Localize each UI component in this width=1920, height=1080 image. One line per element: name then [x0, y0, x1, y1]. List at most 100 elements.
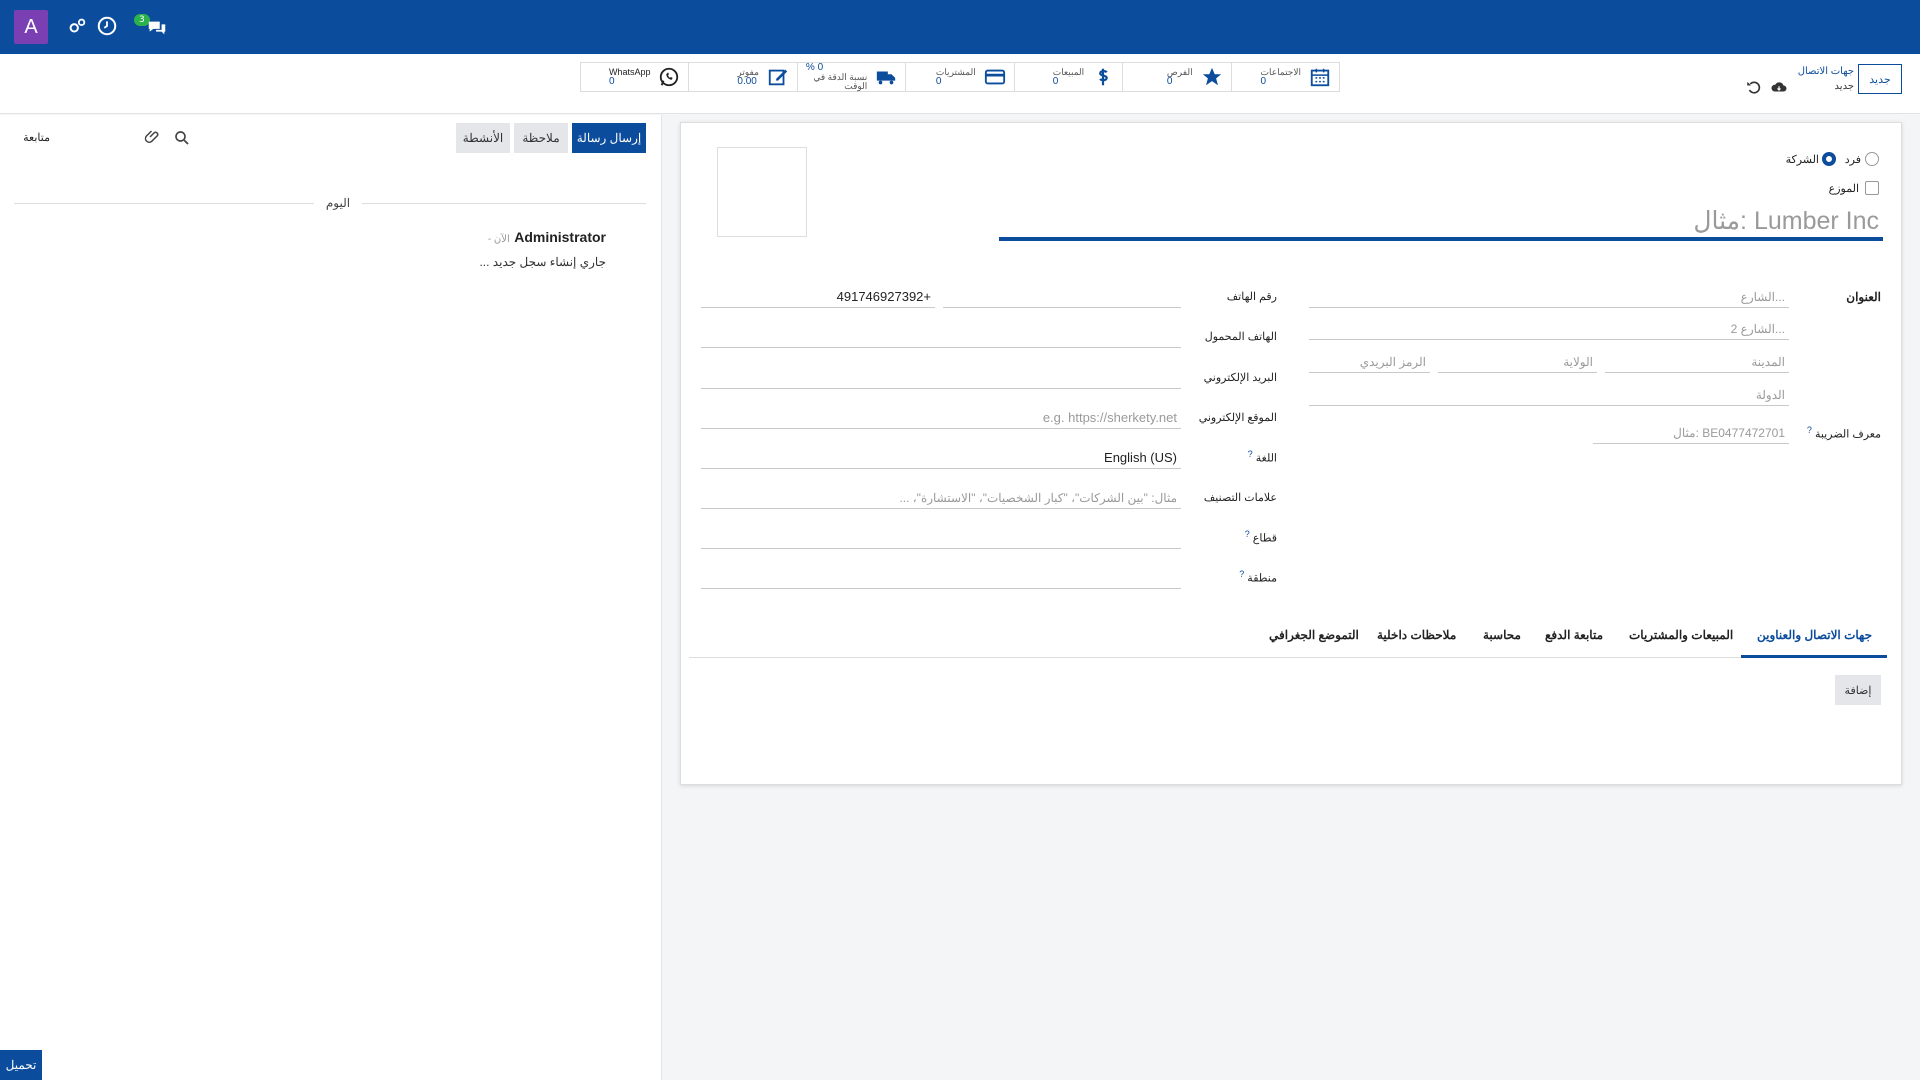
distributor-label: الموزع	[1828, 183, 1859, 195]
smart-button-purchases[interactable]: المشتريات 0	[905, 63, 1013, 91]
send-message-button[interactable]: إرسال رسالة	[572, 123, 646, 153]
date-separator-line-right	[362, 203, 646, 204]
message-author[interactable]: Administrator	[514, 229, 606, 245]
smart-button-on-time-rate[interactable]: 0 % نسبة الدقة في الوقت	[796, 63, 905, 91]
breadcrumb-current: جديد	[1834, 81, 1854, 92]
region-label: منطقة ?	[1167, 569, 1277, 585]
region-input[interactable]	[701, 567, 1181, 589]
tab-geolocation[interactable]: التموضع الجغرافي	[1269, 628, 1359, 642]
truck-icon	[877, 71, 896, 85]
phone-secondary-input[interactable]	[943, 286, 1181, 308]
mobile-label: الهاتف المحمول	[1204, 331, 1277, 343]
stat-value: 0	[1166, 75, 1173, 87]
top-navbar: A 3	[0, 0, 1920, 54]
new-record-button[interactable]: جديد	[1858, 64, 1902, 94]
sector-label-text: قطاع	[1252, 532, 1277, 545]
date-separator-label: اليوم	[325, 196, 351, 210]
tab-sales-purchases[interactable]: المبيعات والمشتريات	[1629, 628, 1733, 642]
tab-internal-notes[interactable]: ملاحظات داخلية	[1377, 628, 1456, 642]
region-help-icon[interactable]: ?	[1239, 569, 1244, 579]
state-select[interactable]: الولاية	[1438, 351, 1597, 373]
save-cloud-icon[interactable]	[1770, 78, 1788, 96]
street2-placeholder: الشارع 2...	[1730, 321, 1785, 336]
phone-input[interactable]: 491746927392+	[701, 286, 935, 308]
street-input[interactable]: الشارع...	[1309, 286, 1789, 308]
chatter-panel: إرسال رسالة ملاحظة الأنشطة متابعة اليوم …	[0, 115, 662, 1080]
activities-button[interactable]: الأنشطة	[456, 123, 510, 153]
vat-placeholder: مثال: BE0477472701	[1673, 425, 1785, 440]
user-avatar[interactable]: A	[14, 10, 48, 44]
zip-input[interactable]: الرمز البريدي	[1309, 351, 1430, 373]
sector-input[interactable]	[701, 527, 1181, 549]
country-select[interactable]: الدولة	[1309, 384, 1789, 406]
add-contact-button[interactable]: إضافة	[1835, 675, 1881, 705]
city-placeholder: المدينة	[1751, 354, 1785, 369]
vat-label-text: معرف الضريبة	[1814, 428, 1881, 441]
active-tab-underline	[1741, 655, 1887, 658]
message-header: - الآن Administrator	[400, 229, 606, 247]
smart-button-whatsapp[interactable]: WhatsApp 0	[581, 63, 688, 91]
stat-label: نسبة الدقة في الوقت	[813, 72, 868, 91]
control-panel: الاجتماعات 0 الفرص 0 المبيعات 0 المشتريات 0 …	[0, 54, 1920, 114]
log-note-button[interactable]: ملاحظة	[514, 123, 568, 153]
form-sheet: فرد الشركة الموزع مثال: Lumber Inc العنو…	[680, 122, 1902, 785]
smart-button-meetings[interactable]: الاجتماعات 0	[1230, 63, 1339, 91]
email-input[interactable]	[701, 367, 1181, 389]
tabs-divider	[689, 657, 1887, 658]
name-placeholder: مثال: Lumber Inc	[1693, 207, 1879, 235]
region-label-text: منطقة	[1247, 572, 1277, 585]
smart-buttons-bar: الاجتماعات 0 الفرص 0 المبيعات 0 المشتريات 0 …	[580, 62, 1340, 92]
language-help-icon[interactable]: ?	[1248, 449, 1253, 459]
street2-input[interactable]: الشارع 2...	[1309, 318, 1789, 340]
star-icon	[1202, 67, 1221, 86]
avatar-image-placeholder[interactable]	[717, 147, 807, 237]
edit-icon	[768, 69, 788, 86]
smart-button-sales[interactable]: المبيعات 0	[1013, 63, 1122, 91]
stat-label: WhatsApp	[608, 66, 651, 77]
tab-accounting[interactable]: محاسبة	[1483, 628, 1521, 642]
state-placeholder: الولاية	[1563, 354, 1593, 369]
mobile-input[interactable]	[701, 326, 1181, 348]
discard-undo-icon[interactable]	[1745, 78, 1763, 96]
website-placeholder: e.g. https://sherkety.net	[1042, 410, 1177, 425]
tab-contacts-addresses[interactable]: جهات الاتصال والعناوين	[1757, 628, 1872, 642]
company-radio[interactable]	[1822, 152, 1836, 166]
credit-card-icon	[984, 69, 1005, 85]
tab-payment-followup[interactable]: متابعة الدفع	[1545, 628, 1603, 642]
load-button[interactable]: تحميل	[0, 1050, 42, 1080]
sector-help-icon[interactable]: ?	[1245, 529, 1250, 539]
vat-help-icon[interactable]: ?	[1807, 425, 1812, 435]
name-input[interactable]: مثال: Lumber Inc	[999, 205, 1883, 241]
company-label: الشركة	[1785, 154, 1819, 166]
follow-button[interactable]: متابعة	[10, 131, 50, 144]
vat-label: معرف الضريبة ?	[1791, 425, 1881, 441]
clock-icon[interactable]	[96, 15, 118, 37]
messages-icon[interactable]	[146, 17, 168, 39]
language-value: English (US)	[1104, 450, 1177, 465]
calendar-icon	[1310, 68, 1330, 87]
city-input[interactable]: المدينة	[1605, 351, 1789, 373]
sector-label: قطاع ?	[1167, 529, 1277, 545]
paperclip-icon[interactable]	[144, 128, 162, 146]
settings-gears-icon[interactable]	[66, 15, 88, 37]
whatsapp-icon	[660, 67, 679, 87]
individual-radio[interactable]	[1865, 152, 1879, 166]
stat-label: الاجتماعات	[1260, 66, 1301, 77]
stat-value: 0.00	[737, 75, 757, 87]
country-placeholder: الدولة	[1755, 387, 1785, 402]
message-time: - الآن	[487, 234, 510, 245]
language-select[interactable]: English (US)	[701, 447, 1181, 469]
website-label: الموقع الإلكتروني	[1198, 412, 1277, 424]
smart-button-invoiced[interactable]: مفوتر 0.00	[688, 63, 796, 91]
distributor-checkbox[interactable]	[1865, 181, 1879, 195]
tags-label: علامات التصنيف	[1203, 492, 1277, 504]
vat-input[interactable]: مثال: BE0477472701	[1593, 422, 1789, 444]
smart-button-opportunities[interactable]: الفرص 0	[1122, 63, 1230, 91]
date-separator-line-left	[14, 203, 314, 204]
address-label: العنوان	[1846, 290, 1881, 304]
breadcrumb-parent[interactable]: جهات الاتصال	[1798, 64, 1854, 79]
website-input[interactable]: e.g. https://sherkety.net	[701, 407, 1181, 429]
search-icon[interactable]	[173, 129, 191, 147]
tags-input[interactable]: مثال: "بين الشركات"، "كبار الشخصيات"، "ا…	[701, 487, 1181, 509]
breadcrumb: جهات الاتصال جديد	[1798, 64, 1854, 94]
